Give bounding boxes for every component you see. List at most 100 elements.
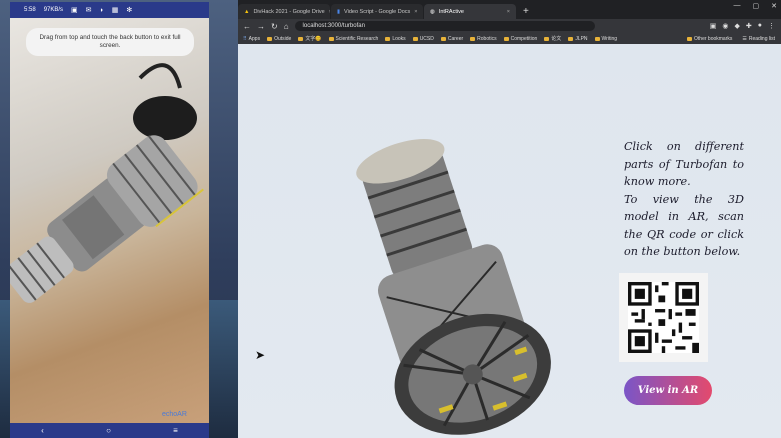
bookmark-label: UCSD — [419, 35, 434, 42]
tab-video-script[interactable]: ▮ Video Script - Google Docs × — [331, 4, 423, 19]
bookmarks-bar: ⠿ Apps Outside 文字🥴 Scientific Research Lo… — [238, 33, 781, 44]
bookmark-label: Robotics — [477, 35, 497, 42]
bookmark-folder[interactable]: Scientific Research — [328, 35, 379, 42]
folder-icon — [412, 36, 418, 41]
phone-nav-bar: ‹ ○ ≡ — [10, 423, 209, 438]
turbofan-3d-model[interactable] — [338, 44, 638, 438]
folder-icon — [440, 36, 446, 41]
folder-icon — [470, 36, 476, 41]
bookmark-folder[interactable]: 论文 — [544, 35, 561, 42]
folder-icon — [544, 36, 550, 41]
bookmark-label: Writing — [601, 35, 618, 42]
window-close-icon[interactable]: ✕ — [771, 2, 777, 10]
close-icon[interactable]: × — [329, 9, 330, 15]
drive-icon: ▲ — [244, 8, 250, 15]
browser-window: ▲ DivHack 2021 - Google Drive × ▮ Video … — [238, 0, 781, 438]
bookmark-label: Career — [447, 35, 464, 42]
back-icon[interactable]: ‹ — [41, 426, 44, 435]
folder-icon — [568, 36, 574, 41]
bookmark-folder[interactable]: Robotics — [470, 35, 497, 42]
instructions-view-ar: To view the 3D model in AR, scan the QR … — [624, 192, 744, 259]
other-bookmarks[interactable]: Other bookmarks — [687, 36, 732, 42]
bookmark-label: Reading list — [748, 35, 775, 42]
folder-icon — [298, 36, 304, 41]
new-tab-button[interactable]: + — [517, 4, 535, 19]
tab-label: Video Script - Google Docs — [344, 8, 411, 15]
folder-icon — [385, 36, 391, 41]
bookmark-folder[interactable]: Competition — [503, 35, 538, 42]
bookmark-label: Outside — [274, 35, 292, 42]
phone-mirror: 5:58 97KB/s ▣ ✉ ◗ ▦ ✻ Drag from top and … — [10, 2, 209, 438]
home-icon[interactable]: ○ — [106, 426, 111, 435]
extensions-area: ▣ ◉ ◆ ✚ ● ⋮ — [710, 22, 781, 30]
bookmark-label: Scientific Research — [335, 35, 379, 42]
bookmark-folder[interactable]: JLPN — [568, 35, 588, 42]
bookmark-apps[interactable]: ⠿ Apps — [243, 36, 260, 42]
home-icon[interactable]: ⌂ — [284, 22, 289, 31]
folder-icon — [328, 36, 334, 41]
gear-icon: ✻ — [126, 7, 133, 14]
message-icon: ✉ — [85, 7, 92, 14]
address-bar[interactable]: localhost:3000/turbofan — [294, 21, 595, 31]
phone-status-bar: 5:58 97KB/s ▣ ✉ ◗ ▦ ✻ — [10, 2, 209, 18]
ar-camera-view[interactable] — [10, 18, 209, 423]
bookmark-folder[interactable]: Looks — [385, 35, 406, 42]
profile-avatar[interactable]: ● — [758, 22, 762, 30]
window-controls: — ▢ ✕ — [734, 2, 778, 10]
extension-icon[interactable]: ◉ — [722, 22, 728, 30]
folder-icon — [503, 36, 509, 41]
video-icon: ▣ — [71, 7, 78, 14]
url-text: localhost:3000/turbofan — [302, 23, 365, 29]
bookmark-label: JLPN — [575, 35, 588, 42]
view-in-ar-button[interactable]: View in AR — [624, 376, 712, 405]
qr-code-image — [628, 282, 699, 353]
close-icon[interactable]: × — [414, 9, 417, 15]
instructions-click-parts: Click on different parts of Turbofan to … — [624, 140, 744, 188]
menu-dots-icon[interactable]: ⋮ — [768, 22, 775, 30]
turbofan-ar-model[interactable] — [10, 18, 209, 423]
globe-icon: ◍ — [430, 8, 435, 15]
maximize-icon[interactable]: ▢ — [753, 2, 760, 10]
extension-icon[interactable]: ◆ — [735, 22, 740, 30]
status-time: 5:58 — [24, 7, 36, 13]
bookmark-label: Other bookmarks — [694, 35, 733, 42]
reading-list-icon: ☰ — [742, 35, 747, 42]
qr-code — [619, 273, 708, 362]
mouse-cursor-icon: ➤ — [255, 348, 266, 362]
folder-icon — [267, 36, 273, 41]
bookmark-label: Apps — [248, 35, 261, 42]
minimize-icon[interactable]: — — [734, 2, 741, 10]
extension-icon[interactable]: ▣ — [710, 22, 717, 30]
close-icon[interactable]: × — [507, 9, 510, 15]
bookmark-folder[interactable]: UCSD — [412, 35, 434, 42]
fullscreen-toast: Drag from top and touch the back button … — [26, 28, 194, 56]
bookmark-label: Competition — [510, 35, 538, 42]
status-rate: 97KB/s — [43, 7, 64, 13]
apps-grid-icon: ⠿ — [243, 35, 247, 42]
bookmark-label: 论文 — [551, 36, 562, 42]
bookmark-folder[interactable]: Writing — [594, 35, 618, 42]
image-icon: ▦ — [111, 7, 119, 14]
page-content: Click on different parts of Turbofan to … — [238, 44, 781, 438]
tab-label: DivHack 2021 - Google Drive — [253, 8, 325, 15]
reading-list[interactable]: ☰ Reading list — [742, 36, 775, 42]
bookmark-label: 文字🥴 — [305, 36, 322, 42]
reload-icon[interactable]: ↻ — [271, 22, 278, 31]
bookmark-label: Looks — [392, 35, 406, 42]
docs-icon: ▮ — [337, 8, 341, 15]
bookmark-folder[interactable]: Outside — [267, 36, 291, 42]
instructions-panel: Click on different parts of Turbofan to … — [624, 138, 744, 261]
recents-icon[interactable]: ≡ — [173, 426, 178, 435]
tab-intractive[interactable]: ◍ IntRActive × — [424, 4, 516, 19]
bookmark-folder[interactable]: Career — [440, 35, 464, 42]
tab-divhack-drive[interactable]: ▲ DivHack 2021 - Google Drive × — [238, 4, 330, 19]
bookmarks-right: Other bookmarks ☰ Reading list — [687, 36, 781, 42]
back-arrow-icon[interactable]: ← — [243, 22, 251, 31]
folder-icon — [594, 36, 600, 41]
puzzle-icon[interactable]: ✚ — [746, 22, 752, 30]
folder-icon — [687, 36, 693, 41]
bookmark-folder[interactable]: 文字🥴 — [298, 35, 322, 42]
tab-label: IntRActive — [438, 8, 464, 15]
forward-arrow-icon[interactable]: → — [257, 22, 265, 31]
headset-icon: ◗ — [99, 6, 104, 14]
